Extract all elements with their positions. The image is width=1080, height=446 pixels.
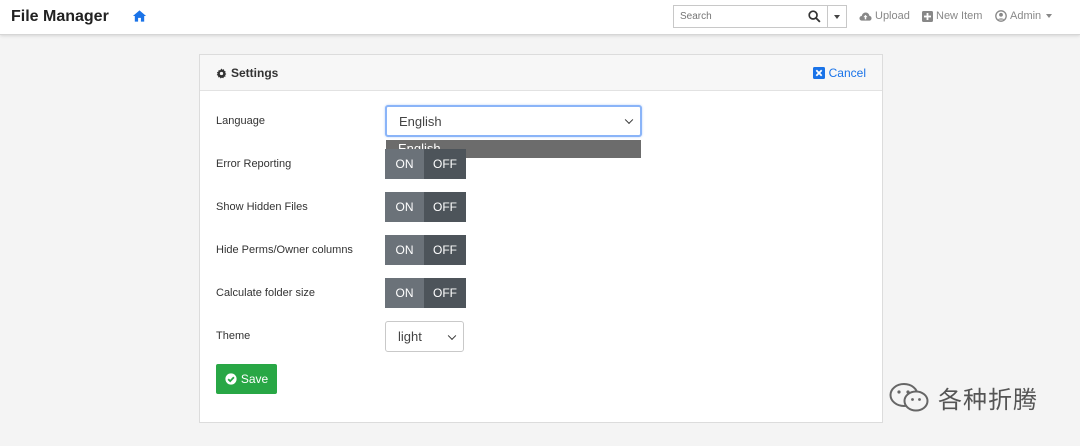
chevron-down-icon bbox=[624, 115, 634, 125]
calc-folder-size-toggle[interactable]: ON OFF bbox=[385, 278, 466, 308]
new-item-link[interactable]: New Item bbox=[922, 10, 982, 22]
language-select[interactable]: English bbox=[385, 105, 642, 137]
caret-down-icon bbox=[1046, 14, 1053, 18]
user-circle-icon bbox=[995, 10, 1007, 22]
caret-down-icon bbox=[834, 14, 840, 19]
theme-select[interactable]: light bbox=[385, 321, 464, 352]
settings-card: Settings Cancel Language English English… bbox=[199, 54, 883, 423]
toggle-on-option[interactable]: ON bbox=[385, 192, 424, 222]
app-brand[interactable]: File Manager bbox=[11, 8, 109, 26]
settings-title: Settings bbox=[216, 66, 278, 80]
watermark-text: 各种折腾 bbox=[938, 387, 1038, 414]
home-icon[interactable] bbox=[132, 9, 148, 25]
theme-selected-value: light bbox=[398, 329, 422, 344]
theme-label: Theme bbox=[216, 330, 251, 342]
upload-link[interactable]: Upload bbox=[859, 10, 910, 22]
toggle-on-option[interactable]: ON bbox=[385, 278, 424, 308]
search-group bbox=[673, 5, 847, 28]
show-hidden-files-toggle[interactable]: ON OFF bbox=[385, 192, 466, 222]
upload-label: Upload bbox=[875, 10, 910, 22]
settings-title-text: Settings bbox=[231, 66, 279, 80]
cancel-label: Cancel bbox=[828, 66, 866, 80]
save-button[interactable]: Save bbox=[216, 364, 277, 394]
search-icon[interactable] bbox=[808, 10, 822, 24]
error-reporting-label: Error Reporting bbox=[216, 158, 292, 170]
plus-square-icon bbox=[922, 10, 933, 22]
top-navbar: File Manager Upload New Item Admin bbox=[0, 0, 1080, 35]
wechat-icon bbox=[889, 382, 929, 411]
close-square-icon bbox=[812, 67, 825, 79]
show-hidden-files-label: Show Hidden Files bbox=[216, 201, 308, 213]
watermark: 各种折腾 bbox=[888, 380, 1038, 415]
error-reporting-toggle[interactable]: ON OFF bbox=[385, 149, 466, 179]
settings-header: Settings Cancel bbox=[200, 55, 882, 91]
language-label: Language bbox=[216, 115, 265, 127]
toggle-off-option[interactable]: OFF bbox=[424, 278, 466, 308]
toggle-on-option[interactable]: ON bbox=[385, 235, 424, 265]
search-input[interactable] bbox=[673, 5, 827, 28]
toggle-on-option[interactable]: ON bbox=[385, 149, 424, 179]
hide-perms-toggle[interactable]: ON OFF bbox=[385, 235, 466, 265]
user-label: Admin bbox=[1010, 10, 1042, 22]
gear-icon bbox=[216, 67, 227, 79]
search-options-dropdown[interactable] bbox=[827, 5, 847, 28]
toggle-off-option[interactable]: OFF bbox=[424, 192, 466, 222]
user-menu[interactable]: Admin bbox=[995, 10, 1053, 22]
save-label: Save bbox=[240, 372, 269, 386]
cloud-upload-icon bbox=[859, 12, 872, 21]
hide-perms-label: Hide Perms/Owner columns bbox=[216, 244, 353, 256]
toggle-off-option[interactable]: OFF bbox=[424, 235, 466, 265]
language-selected-value: English bbox=[399, 113, 442, 129]
calc-folder-size-label: Calculate folder size bbox=[216, 287, 316, 299]
check-circle-icon bbox=[225, 373, 237, 385]
cancel-button[interactable]: Cancel bbox=[812, 66, 866, 80]
chevron-down-icon bbox=[447, 331, 457, 340]
toggle-off-option[interactable]: OFF bbox=[424, 149, 466, 179]
new-item-label: New Item bbox=[936, 10, 983, 22]
